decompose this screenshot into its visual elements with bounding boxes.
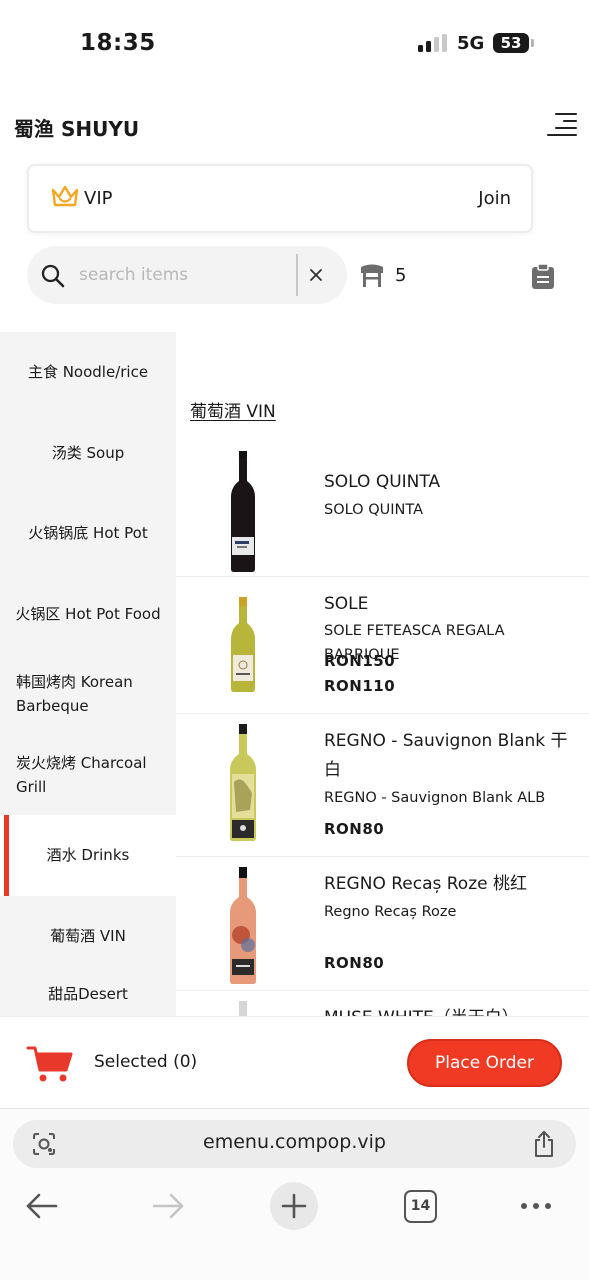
back-arrow-icon[interactable] xyxy=(24,1191,60,1221)
product-item[interactable]: SOLE SOLE FETEASCA REGALA BARRIQUE RON11… xyxy=(176,577,589,714)
table-number: 5 xyxy=(395,265,407,286)
menu-icon[interactable] xyxy=(547,113,577,137)
section-title: 葡萄酒 VIN xyxy=(190,402,276,422)
share-icon[interactable] xyxy=(532,1130,556,1158)
sidebar-item-soup[interactable]: 汤类 Soup xyxy=(0,413,176,494)
category-sidebar: 主食 Noodle/rice 汤类 Soup 火锅锅底 Hot Pot 火锅区 … xyxy=(0,332,176,1016)
battery-cap xyxy=(531,39,534,47)
signal-icon xyxy=(418,34,448,52)
product-price: RON80 xyxy=(324,820,385,838)
browser-toolbar: emenu.compop.vip 14 xyxy=(0,1108,589,1280)
sidebar-item-hot-pot-food[interactable]: 火锅区 Hot Pot Food xyxy=(0,574,176,655)
address-bar[interactable]: emenu.compop.vip xyxy=(13,1120,576,1168)
product-subtitle: SOLE FETEASCA REGALA BARRIQUE xyxy=(324,623,505,663)
product-subtitle: SOLO QUINTA xyxy=(324,502,424,518)
wine-bottle-image xyxy=(230,867,256,984)
wine-bottle-image xyxy=(231,451,255,572)
plus-icon xyxy=(281,1193,307,1219)
product-subtitle: Regno Recaș Roze xyxy=(324,904,457,920)
wine-bottle-image xyxy=(239,1001,247,1016)
search-icon xyxy=(41,264,65,288)
product-item[interactable]: REGNO - Sauvignon Blank 干白 REGNO - Sauvi… xyxy=(176,714,589,857)
new-tab-button[interactable] xyxy=(270,1182,318,1230)
more-icon[interactable] xyxy=(518,1197,554,1215)
sidebar-item-desert[interactable]: 甜品Desert xyxy=(0,976,176,1016)
sidebar-item-hot-pot[interactable]: 火锅锅底 Hot Pot xyxy=(0,493,176,574)
product-price: RON80 xyxy=(324,954,385,972)
product-name: REGNO Recaș Roze 桃红 xyxy=(324,874,527,894)
selected-count: Selected (0) xyxy=(94,1052,198,1072)
wine-bottle-image xyxy=(231,597,255,692)
table-icon xyxy=(361,264,383,287)
product-item[interactable]: MUSE WHITE（半干白） xyxy=(176,991,589,1016)
product-price: RON110 xyxy=(324,677,396,695)
status-time: 18:35 xyxy=(80,30,156,56)
sidebar-item-drinks[interactable]: 酒水 Drinks xyxy=(0,815,176,896)
crown-icon xyxy=(51,185,79,207)
product-name: SOLO QUINTA xyxy=(324,472,441,492)
place-order-button[interactable]: Place Order xyxy=(407,1039,562,1087)
product-item[interactable]: REGNO Recaș Roze 桃红 Regno Recaș Roze RON… xyxy=(176,857,589,991)
product-item[interactable]: SOLO QUINTA SOLO QUINTA RON150 xyxy=(176,445,589,670)
product-name: REGNO - Sauvignon Blank 干白 xyxy=(324,731,568,780)
url-text: emenu.compop.vip xyxy=(203,1131,386,1153)
product-list: 葡萄酒 VIN SOLO QUINTA SOLO QUINTA RON150 S… xyxy=(176,332,589,1016)
cart-bar: Selected (0) Place Order xyxy=(0,1016,589,1108)
product-name: MUSE WHITE（半干白） xyxy=(324,1004,579,1016)
tab-switcher-button[interactable]: 14 xyxy=(404,1190,437,1223)
vip-label: VIP xyxy=(84,188,113,209)
page-title: 蜀渔 SHUYU xyxy=(14,117,140,141)
sidebar-item-korean-barbeque[interactable]: 韩国烤肉 Korean Barbeque xyxy=(0,654,176,735)
forward-arrow-icon[interactable] xyxy=(150,1191,186,1221)
cart-icon[interactable] xyxy=(26,1044,74,1084)
product-subtitle: REGNO - Sauvignon Blank ALB xyxy=(324,790,546,806)
search-input[interactable] xyxy=(79,260,289,290)
sidebar-item-vin[interactable]: 葡萄酒 VIN xyxy=(0,896,176,977)
sidebar-item-charcoal-grill[interactable]: 炭火烧烤 Charcoal Grill xyxy=(0,735,176,816)
sidebar-item-noodle-rice[interactable]: 主食 Noodle/rice xyxy=(0,332,176,413)
vip-join-button[interactable]: Join xyxy=(478,188,511,209)
close-icon[interactable] xyxy=(305,264,327,286)
product-name: SOLE xyxy=(324,594,369,614)
search-divider xyxy=(296,254,298,296)
wine-bottle-image xyxy=(230,724,256,841)
status-bar: 18:35 5G 53 xyxy=(0,0,589,88)
network-type: 5G xyxy=(457,33,485,54)
battery-icon: 53 xyxy=(493,33,529,53)
search-box[interactable] xyxy=(27,246,347,304)
clipboard-icon[interactable] xyxy=(531,263,555,290)
vip-card[interactable]: VIP Join xyxy=(27,164,533,233)
